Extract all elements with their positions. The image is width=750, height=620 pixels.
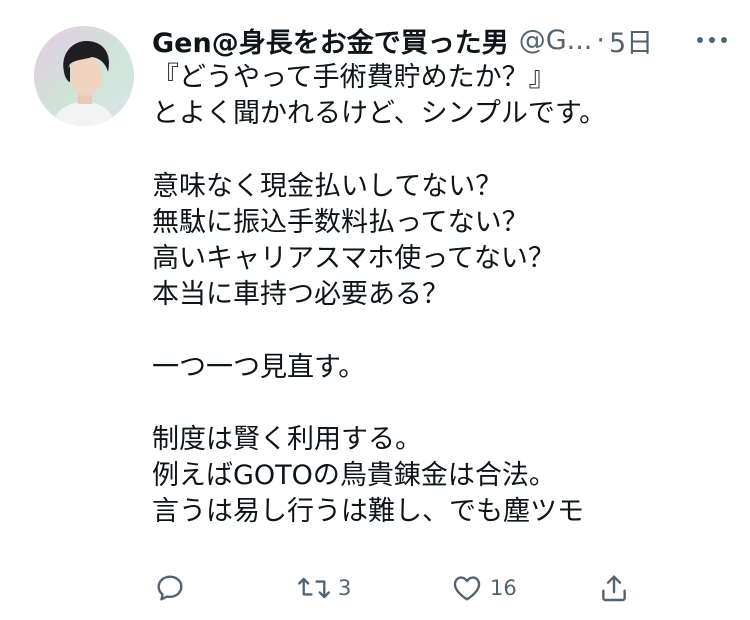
tweet-text-blank-line: [152, 132, 742, 168]
display-name[interactable]: Gen@身長をお金で買った男: [152, 21, 509, 60]
retweet-button[interactable]: 3: [296, 568, 351, 608]
tweet-text-blank-line: [152, 313, 742, 349]
tweet-text-line: 言うは易し行うは難し、でも塵ツモ: [152, 496, 584, 528]
profile-photo-icon: [34, 26, 134, 126]
tweet-actions: 3 16: [150, 568, 650, 608]
tweet-text-line: 高いキャリアスマホ使ってない？: [152, 242, 555, 274]
tweet-text-line: 本当に車持つ必要ある？: [152, 279, 449, 311]
share-icon: [602, 575, 626, 602]
tweet-text-line: 意味なく現金払いしてない？: [152, 170, 503, 202]
like-count: 16: [490, 576, 517, 600]
retweet-icon: [298, 577, 330, 599]
avatar[interactable]: [34, 26, 134, 126]
like-button[interactable]: 16: [450, 568, 517, 608]
tweet-text-line: 『どうやって手術費貯めたか？』: [152, 62, 556, 93]
tweet-text-line: とよく聞かれるけど、シンプルです。: [152, 98, 607, 130]
share-button[interactable]: [598, 568, 636, 608]
tweet-text-line: 一つ一つ見直す。: [152, 351, 366, 383]
timestamp[interactable]: 5日: [609, 21, 653, 60]
separator-dot: ·: [596, 24, 605, 56]
retweet-count: 3: [338, 576, 352, 600]
tweet-text-line: 制度は賢く利用する。: [152, 423, 422, 455]
tweet-header: Gen@身長をお金で買った男 @G... · 5日: [152, 18, 732, 62]
user-handle[interactable]: @G...: [519, 25, 593, 56]
tweet-text-line: 例えばGOTOの鳥貴錬金は合法。: [152, 460, 556, 492]
more-icon[interactable]: [692, 24, 732, 56]
heart-icon: [453, 576, 481, 601]
tweet-text: 『どうやって手術費貯めたか？』 とよく聞かれるけど、シンプルです。 意味なく現金…: [152, 60, 742, 530]
reply-icon: [157, 575, 183, 601]
tweet-text-line: 無駄に振込手数料払ってない？: [152, 206, 529, 238]
tweet[interactable]: Gen@身長をお金で買った男 @G... · 5日 『どうやって手術費貯めたか？…: [0, 0, 750, 620]
reply-button[interactable]: [154, 568, 192, 608]
tweet-text-blank-line: [152, 386, 742, 422]
